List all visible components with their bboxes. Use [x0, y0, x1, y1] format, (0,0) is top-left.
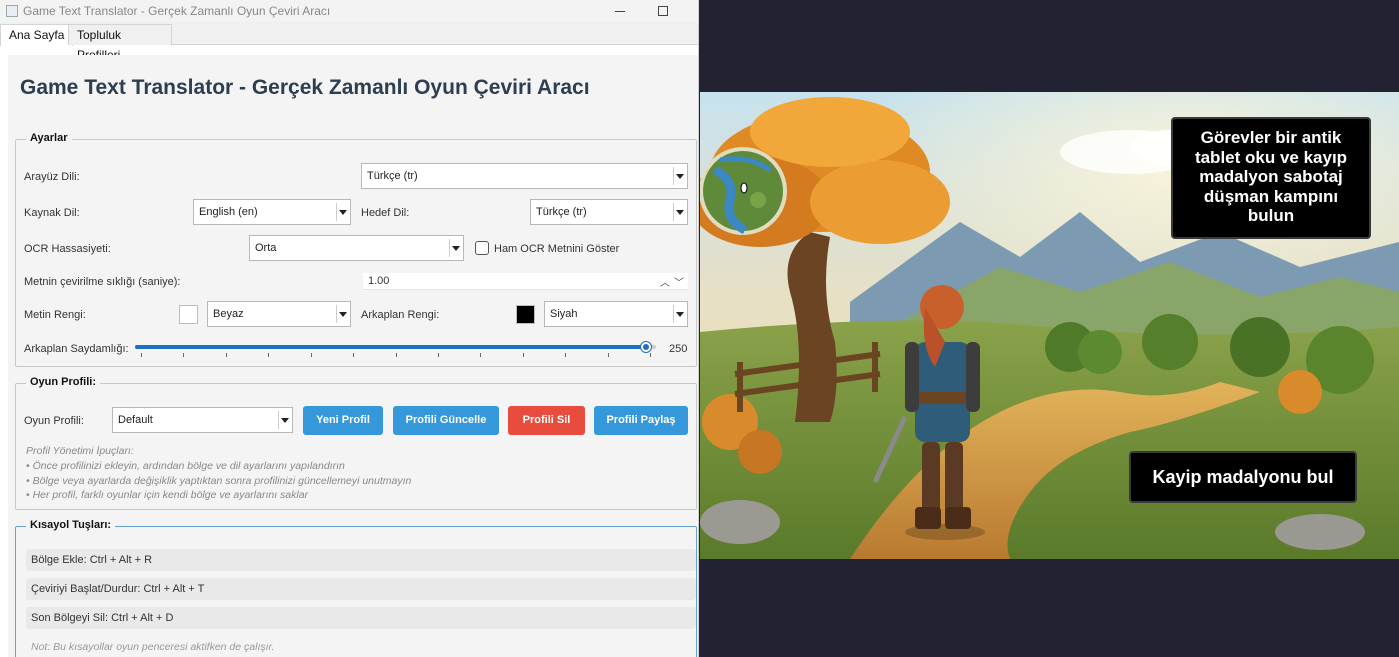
game-profile-group-label: Oyun Profili:	[26, 376, 100, 388]
translate-frequency-spinbox[interactable]: 1.00 ︿ ﹀	[363, 273, 688, 290]
shortcut-delete-last-region: Son Bölgeyi Sil: Ctrl + Alt + D	[26, 607, 696, 629]
bg-color-select[interactable]: Siyah	[544, 301, 688, 327]
slider-tick	[183, 353, 184, 357]
window-title: Game Text Translator - Gerçek Zamanlı Oy…	[23, 4, 331, 18]
show-raw-ocr-label: Ham OCR Metnini Göster	[494, 243, 620, 255]
chevron-down-icon	[676, 312, 684, 317]
profile-tip: • Bölge veya ayarlarda değişiklik yaptık…	[26, 474, 412, 487]
ocr-sensitivity-select[interactable]: Orta	[249, 235, 464, 261]
chevron-down-icon	[281, 418, 289, 423]
translation-overlay-objective: Kayip madalyonu bul	[1129, 451, 1357, 503]
new-profile-button[interactable]: Yeni Profil	[303, 406, 383, 435]
ui-language-label: Arayüz Dili:	[24, 171, 80, 183]
game-profile-group: Oyun Profili: Oyun Profili: Default Yeni…	[15, 376, 697, 510]
tab-bar: Ana Sayfa Topluluk Profilleri	[0, 22, 698, 62]
show-raw-ocr-checkbox[interactable]	[475, 241, 489, 255]
bg-opacity-slider-handle[interactable]	[640, 341, 652, 353]
slider-tick	[480, 353, 481, 357]
title-bar: Game Text Translator - Gerçek Zamanlı Oy…	[0, 0, 698, 22]
app-icon	[6, 5, 18, 17]
bg-color-swatch[interactable]	[516, 305, 535, 324]
bg-opacity-slider[interactable]	[135, 345, 656, 349]
minimize-button[interactable]	[610, 2, 630, 20]
chevron-down-icon	[339, 312, 347, 317]
bg-color-label: Arkaplan Rengi:	[361, 309, 440, 321]
settings-group: Ayarlar Arayüz Dili: Türkçe (tr) Kaynak …	[15, 132, 697, 367]
translate-frequency-value: 1.00	[368, 275, 390, 287]
bg-opacity-label: Arkaplan Saydamlığı:	[24, 343, 129, 355]
slider-tick	[353, 353, 354, 357]
maximize-button[interactable]	[652, 2, 672, 20]
shortcuts-note: Not: Bu kısayollar oyun penceresi aktifk…	[31, 641, 275, 653]
ui-language-select[interactable]: Türkçe (tr)	[361, 163, 688, 189]
target-language-label: Hedef Dil:	[361, 207, 410, 219]
ui-language-value: Türkçe (tr)	[367, 170, 418, 182]
shortcut-add-region: Bölge Ekle: Ctrl + Alt + R	[26, 549, 696, 571]
tab-ana-sayfa[interactable]: Ana Sayfa	[0, 24, 74, 46]
bg-color-value: Siyah	[550, 308, 578, 320]
chevron-down-icon	[452, 246, 460, 251]
text-color-value: Beyaz	[213, 308, 244, 320]
update-profile-button[interactable]: Profili Güncelle	[393, 406, 499, 435]
delete-profile-button[interactable]: Profili Sil	[508, 406, 585, 435]
profile-tip: • Önce profilinizi ekleyin, ardından böl…	[26, 459, 345, 472]
bg-opacity-slider-fill	[135, 345, 646, 349]
target-language-select[interactable]: Türkçe (tr)	[530, 199, 688, 225]
main-content: Game Text Translator - Gerçek Zamanlı Oy…	[8, 55, 698, 657]
profile-tips-title: Profil Yönetimi İpuçları:	[26, 445, 134, 457]
text-color-swatch[interactable]	[179, 305, 198, 324]
ocr-sensitivity-value: Orta	[255, 242, 277, 254]
chevron-down-icon	[676, 210, 684, 215]
slider-tick	[311, 353, 312, 357]
translation-overlay-quest: Görevler bir antik tablet oku ve kayıp m…	[1171, 117, 1371, 239]
settings-group-label: Ayarlar	[26, 132, 72, 144]
slider-tick	[608, 353, 609, 357]
source-language-label: Kaynak Dil:	[24, 207, 80, 219]
source-language-select[interactable]: English (en)	[193, 199, 351, 225]
shortcuts-group: Kısayol Tuşları: Bölge Ekle: Ctrl + Alt …	[15, 519, 697, 657]
slider-tick	[438, 353, 439, 357]
game-window: Görevler bir antik tablet oku ve kayıp m…	[700, 0, 1399, 657]
shortcuts-group-label: Kısayol Tuşları:	[26, 519, 116, 531]
target-language-value: Türkçe (tr)	[536, 206, 587, 218]
minimap-icon	[700, 147, 787, 235]
ocr-sensitivity-label: OCR Hassasiyeti:	[24, 243, 111, 255]
profile-tip: • Her profil, farklı oyunlar için kendi …	[26, 489, 309, 502]
share-profile-button[interactable]: Profili Paylaş	[594, 406, 688, 435]
translate-frequency-label: Metnin çevirilme sıklığı (saniye):	[24, 276, 181, 288]
chevron-down-icon	[676, 174, 684, 179]
slider-tick	[565, 353, 566, 357]
slider-tick	[523, 353, 524, 357]
page-title: Game Text Translator - Gerçek Zamanlı Oy…	[20, 76, 590, 99]
source-language-value: English (en)	[199, 206, 258, 218]
slider-tick	[396, 353, 397, 357]
slider-tick	[650, 353, 651, 357]
spin-down-icon[interactable]: ﹀	[674, 274, 684, 289]
slider-tick	[226, 353, 227, 357]
profile-tips: Profil Yönetimi İpuçları: • Önce profili…	[26, 444, 411, 503]
slider-tick	[268, 353, 269, 357]
chevron-down-icon	[339, 210, 347, 215]
translator-window: Game Text Translator - Gerçek Zamanlı Oy…	[0, 0, 699, 657]
bg-opacity-value: 250	[669, 343, 688, 355]
game-profile-select[interactable]: Default	[112, 407, 293, 433]
slider-tick	[141, 353, 142, 357]
text-color-select[interactable]: Beyaz	[207, 301, 351, 327]
game-profile-label: Oyun Profili:	[24, 415, 84, 427]
spin-up-icon[interactable]: ︿	[660, 274, 670, 289]
shortcut-toggle-translation: Çeviriyi Başlat/Durdur: Ctrl + Alt + T	[26, 578, 696, 600]
game-profile-value: Default	[118, 414, 153, 426]
text-color-label: Metin Rengi:	[24, 309, 86, 321]
tab-topluluk-profilleri[interactable]: Topluluk Profilleri	[68, 24, 172, 62]
